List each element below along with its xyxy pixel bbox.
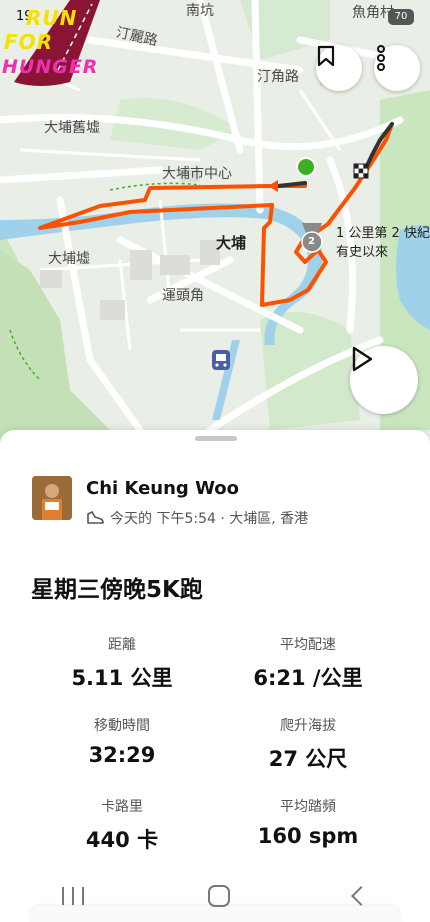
activity-meta: 今天的 下午5:54 · 大埔區, 香港 bbox=[86, 508, 308, 528]
stat-label: 距離 bbox=[108, 637, 136, 653]
stat-value: 440 卡 bbox=[85, 828, 159, 852]
stat-label: 爬升海拔 bbox=[280, 718, 336, 734]
play-icon bbox=[352, 346, 373, 372]
stat-value: 27 公尺 bbox=[268, 747, 348, 771]
system-nav-bar bbox=[0, 870, 430, 922]
more-button[interactable] bbox=[374, 45, 420, 91]
logo-line1: RUN bbox=[26, 6, 78, 30]
map-label-yuntoujiao: 運頭角 bbox=[162, 288, 204, 304]
athlete-name[interactable]: Chi Keung Woo bbox=[86, 478, 239, 499]
more-vert-icon bbox=[377, 45, 385, 71]
home-icon[interactable] bbox=[208, 885, 230, 907]
route-map[interactable]: 南坑 魚角村 汀麗路 汀角路 大埔舊墟 大埔市中心 大埔 大埔墟 運頭角 2 1… bbox=[0, 0, 430, 450]
map-label-taipo-xu: 大埔墟 bbox=[48, 251, 90, 267]
activity-sheet: Chi Keung Woo 今天的 下午5:54 · 大埔區, 香港 星期三傍晚… bbox=[0, 430, 430, 922]
start-marker bbox=[296, 157, 316, 177]
stat-calories: 卡路里 440 卡 bbox=[27, 796, 217, 854]
map-label-old-market: 大埔舊墟 bbox=[44, 120, 100, 136]
logo-line2: FOR bbox=[4, 30, 54, 54]
stat-label: 平均配速 bbox=[280, 637, 336, 653]
recent-apps-icon[interactable] bbox=[62, 887, 84, 905]
sheet-grabber[interactable] bbox=[195, 436, 237, 441]
bookmark-button[interactable] bbox=[316, 45, 362, 91]
stat-distance: 距離 5.11 公里 bbox=[27, 634, 217, 692]
stat-avg-cadence: 平均踏頻 160 spm bbox=[213, 796, 403, 848]
stat-value: 5.11 公里 bbox=[71, 666, 173, 690]
stat-label: 平均踏頻 bbox=[280, 799, 336, 815]
segment-rank: 2 bbox=[308, 236, 315, 247]
map-label-dinglu: 汀角路 bbox=[257, 69, 299, 85]
avatar[interactable] bbox=[32, 476, 72, 520]
segment-achievement-line1[interactable]: 1 公里第 2 快紀 bbox=[336, 222, 430, 241]
battery-indicator: 70 bbox=[388, 9, 414, 25]
run-for-hunger-logo: RUN FOR HUNGER bbox=[0, 0, 110, 92]
shoe-icon bbox=[87, 511, 104, 524]
stat-label: 移動時間 bbox=[94, 718, 150, 734]
stat-moving-time: 移動時間 32:29 bbox=[27, 715, 217, 767]
activity-title: 星期三傍晚5K跑 bbox=[31, 577, 203, 603]
segment-achievement-line2[interactable]: 有史以來 bbox=[336, 241, 388, 260]
map-label-market-center: 大埔市中心 bbox=[162, 166, 232, 182]
stat-elevation-gain: 爬升海拔 27 公尺 bbox=[213, 715, 403, 773]
back-icon[interactable] bbox=[351, 886, 371, 906]
stat-avg-pace: 平均配速 6:21 /公里 bbox=[213, 634, 403, 692]
bookmark-icon bbox=[317, 45, 335, 67]
rail-station-icon bbox=[212, 350, 230, 370]
stat-label: 卡路里 bbox=[101, 799, 143, 815]
activity-meta-text: 今天的 下午5:54 · 大埔區, 香港 bbox=[110, 511, 309, 527]
stat-value: 6:21 /公里 bbox=[253, 666, 363, 690]
play-flyover-button[interactable] bbox=[350, 346, 418, 414]
stat-value: 32:29 bbox=[88, 743, 156, 767]
map-label-taipo: 大埔 bbox=[216, 234, 247, 252]
finish-flag-icon bbox=[353, 163, 369, 179]
map-label-nankeng: 南坑 bbox=[186, 3, 214, 19]
stat-value: 160 spm bbox=[257, 824, 359, 848]
logo-line3: HUNGER bbox=[2, 56, 99, 78]
